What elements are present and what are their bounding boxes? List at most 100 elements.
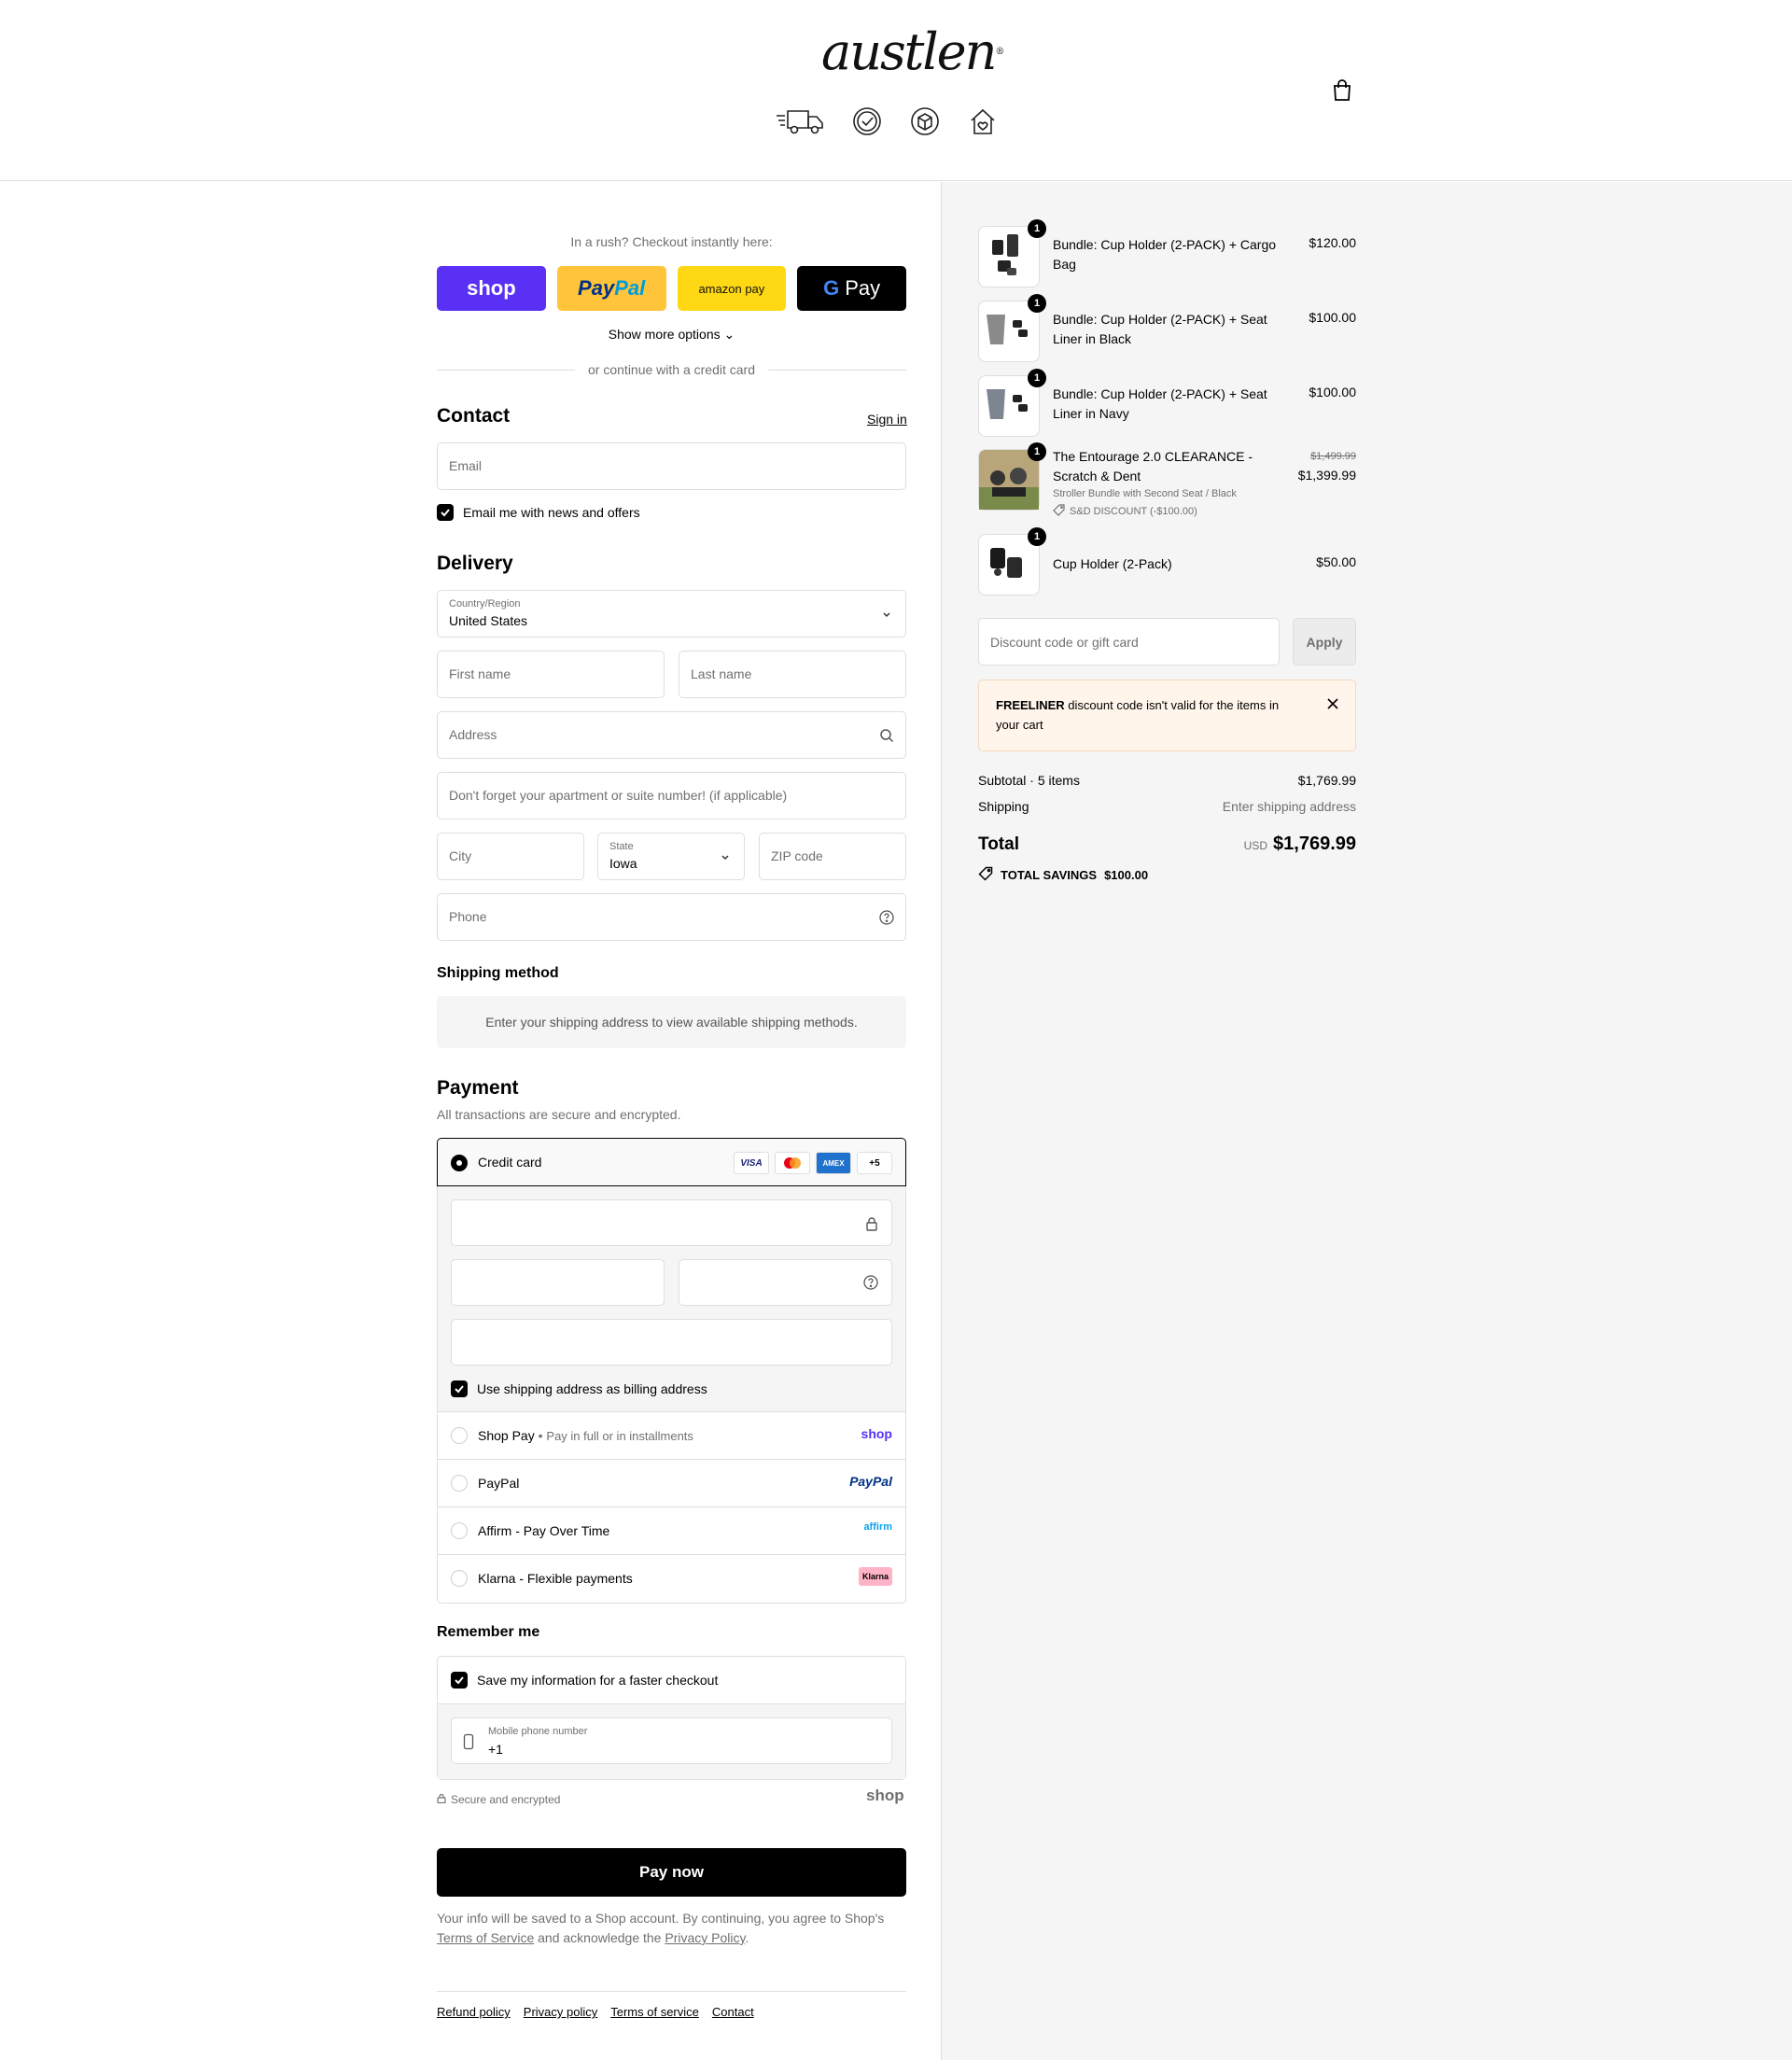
item-price: $50.00	[1316, 554, 1356, 569]
express-heading: In a rush? Checkout instantly here:	[570, 234, 773, 249]
footer-divider	[437, 1991, 906, 1992]
site-header: austlen®	[0, 0, 1792, 181]
footer-links: Refund policy Privacy policy Terms of se…	[437, 2005, 754, 2019]
shopping-bag-icon[interactable]	[1332, 79, 1354, 102]
lock-icon	[437, 1793, 446, 1806]
chevron-down-icon	[879, 607, 894, 622]
amazon-pay-button[interactable]: amazon pay	[677, 266, 787, 311]
contact-heading: Contact	[437, 405, 511, 427]
more-cards-badge: +5	[857, 1152, 892, 1174]
show-more-options-button[interactable]: Show more options ⌄	[437, 327, 906, 343]
privacy-policy-link[interactable]: Privacy Policy	[665, 1930, 745, 1945]
shipping-value: Enter shipping address	[1222, 799, 1356, 814]
city-field[interactable]: City	[437, 833, 584, 880]
remember-me-box: Save my information for a faster checkou…	[437, 1656, 906, 1780]
credit-card-form: Use shipping address as billing address	[438, 1186, 905, 1412]
card-number-field[interactable]	[451, 1199, 892, 1246]
shop-pay-radio[interactable]	[451, 1427, 468, 1444]
google-pay-button[interactable]: G Pay	[797, 266, 906, 311]
home-heart-icon	[967, 104, 999, 139]
apartment-field[interactable]: Don't forget your apartment or suite num…	[437, 772, 906, 820]
email-field[interactable]: Email	[437, 442, 906, 490]
subtotal-value: $1,769.99	[1297, 773, 1356, 788]
expiration-date-field[interactable]	[451, 1259, 665, 1306]
paypal-button[interactable]: Pay Pal	[556, 266, 666, 311]
item-price: $1,399.99	[1297, 468, 1356, 483]
product-thumbnail: 1	[978, 442, 1046, 511]
country-select[interactable]: Country/Region United States	[437, 590, 906, 638]
item-name: The Entourage 2.0 CLEARANCE - Scratch & …	[1053, 449, 1253, 483]
zip-field[interactable]: ZIP code	[759, 833, 906, 880]
affirm-radio[interactable]	[451, 1522, 468, 1539]
chevron-down-icon	[718, 849, 733, 864]
discount-code-input[interactable]: Discount code or gift card	[978, 618, 1280, 666]
contact-link[interactable]: Contact	[712, 2005, 754, 2019]
terms-of-service-link[interactable]: Terms of Service	[437, 1930, 534, 1945]
affirm-logo: affirm	[863, 1521, 892, 1533]
product-thumbnail: 1	[978, 219, 1046, 287]
trust-badges	[775, 103, 999, 140]
quantity-badge: 1	[1028, 442, 1046, 461]
secure-note: Secure and encrypted	[437, 1793, 560, 1806]
item-price: $120.00	[1309, 235, 1356, 250]
first-name-field[interactable]: First name	[437, 651, 665, 698]
sign-in-link[interactable]: Sign in	[867, 412, 907, 427]
truck-icon	[775, 104, 825, 139]
pay-now-button[interactable]: Pay now	[437, 1848, 906, 1897]
brand-logo[interactable]: austlen®	[821, 21, 1004, 84]
news-checkbox[interactable]	[437, 504, 454, 521]
footer-privacy-policy-link[interactable]: Privacy policy	[524, 2005, 597, 2019]
cart-item: 1 The Entourage 2.0 CLEARANCE - Scratch …	[978, 442, 1356, 522]
close-icon[interactable]	[1327, 697, 1338, 712]
phone-field[interactable]: Phone	[437, 893, 906, 941]
help-icon[interactable]	[879, 910, 894, 925]
state-select[interactable]: State Iowa	[597, 833, 745, 880]
help-icon[interactable]	[863, 1275, 878, 1293]
total-savings: TOTAL SAVINGS $100.00	[978, 866, 1148, 884]
save-info-row[interactable]: Save my information for a faster checkou…	[451, 1672, 718, 1689]
footer-terms-link[interactable]: Terms of service	[610, 2005, 699, 2019]
news-checkbox-row[interactable]: Email me with news and offers	[437, 504, 640, 521]
address-field[interactable]: Address	[437, 711, 906, 759]
save-info-checkbox[interactable]	[451, 1672, 468, 1689]
mastercard-icon	[775, 1152, 810, 1174]
mobile-phone-field[interactable]: Mobile phone number +1	[451, 1717, 892, 1764]
check-badge-icon	[851, 104, 883, 139]
quantity-badge: 1	[1028, 527, 1046, 546]
shop-pay-logo: shop	[861, 1426, 892, 1441]
tag-icon	[978, 866, 993, 884]
last-name-field[interactable]: Last name	[679, 651, 906, 698]
item-variant: Stroller Bundle with Second Seat / Black	[1053, 488, 1237, 499]
paypal-logo: PayPal	[849, 1474, 892, 1489]
billing-same-checkbox[interactable]	[451, 1380, 468, 1397]
card-brands: VISA AMEX +5	[734, 1152, 892, 1174]
security-code-field[interactable]	[679, 1259, 892, 1306]
cart-item: 1 Bundle: Cup Holder (2-PACK) + Seat Lin…	[978, 369, 1356, 437]
paypal-option[interactable]: PayPal PayPal	[438, 1460, 905, 1507]
item-price: $100.00	[1309, 310, 1356, 325]
item-price: $100.00	[1309, 385, 1356, 399]
lock-icon	[865, 1216, 878, 1234]
credit-card-radio[interactable]	[451, 1155, 468, 1171]
shop-pay-option[interactable]: Shop Pay • Pay in full or in installment…	[438, 1412, 905, 1460]
shipping-method-note: Enter your shipping address to view avai…	[437, 996, 906, 1048]
visa-icon: VISA	[734, 1152, 769, 1174]
klarna-radio[interactable]	[451, 1570, 468, 1587]
billing-same-row[interactable]: Use shipping address as billing address	[451, 1380, 707, 1397]
apply-discount-button[interactable]: Apply	[1293, 618, 1356, 666]
delivery-heading: Delivery	[437, 553, 513, 574]
klarna-option[interactable]: Klarna - Flexible payments Klarna	[438, 1555, 905, 1603]
payment-methods: Credit card VISA AMEX +5 Use shipping ad…	[437, 1138, 906, 1604]
item-name: Bundle: Cup Holder (2-PACK) + Seat Liner…	[1053, 386, 1267, 421]
credit-card-option[interactable]: Credit card VISA AMEX +5	[437, 1138, 906, 1186]
refund-policy-link[interactable]: Refund policy	[437, 2005, 511, 2019]
search-icon	[879, 728, 894, 743]
remember-me-heading: Remember me	[437, 1624, 540, 1640]
quantity-badge: 1	[1028, 219, 1046, 238]
cart-item: 1 Bundle: Cup Holder (2-PACK) + Cargo Ba…	[978, 219, 1356, 287]
paypal-radio[interactable]	[451, 1475, 468, 1492]
name-on-card-field[interactable]	[451, 1319, 892, 1366]
cart-item: 1 Bundle: Cup Holder (2-PACK) + Seat Lin…	[978, 294, 1356, 362]
shop-pay-button[interactable]: shop	[437, 266, 546, 311]
affirm-option[interactable]: Affirm - Pay Over Time affirm	[438, 1507, 905, 1555]
